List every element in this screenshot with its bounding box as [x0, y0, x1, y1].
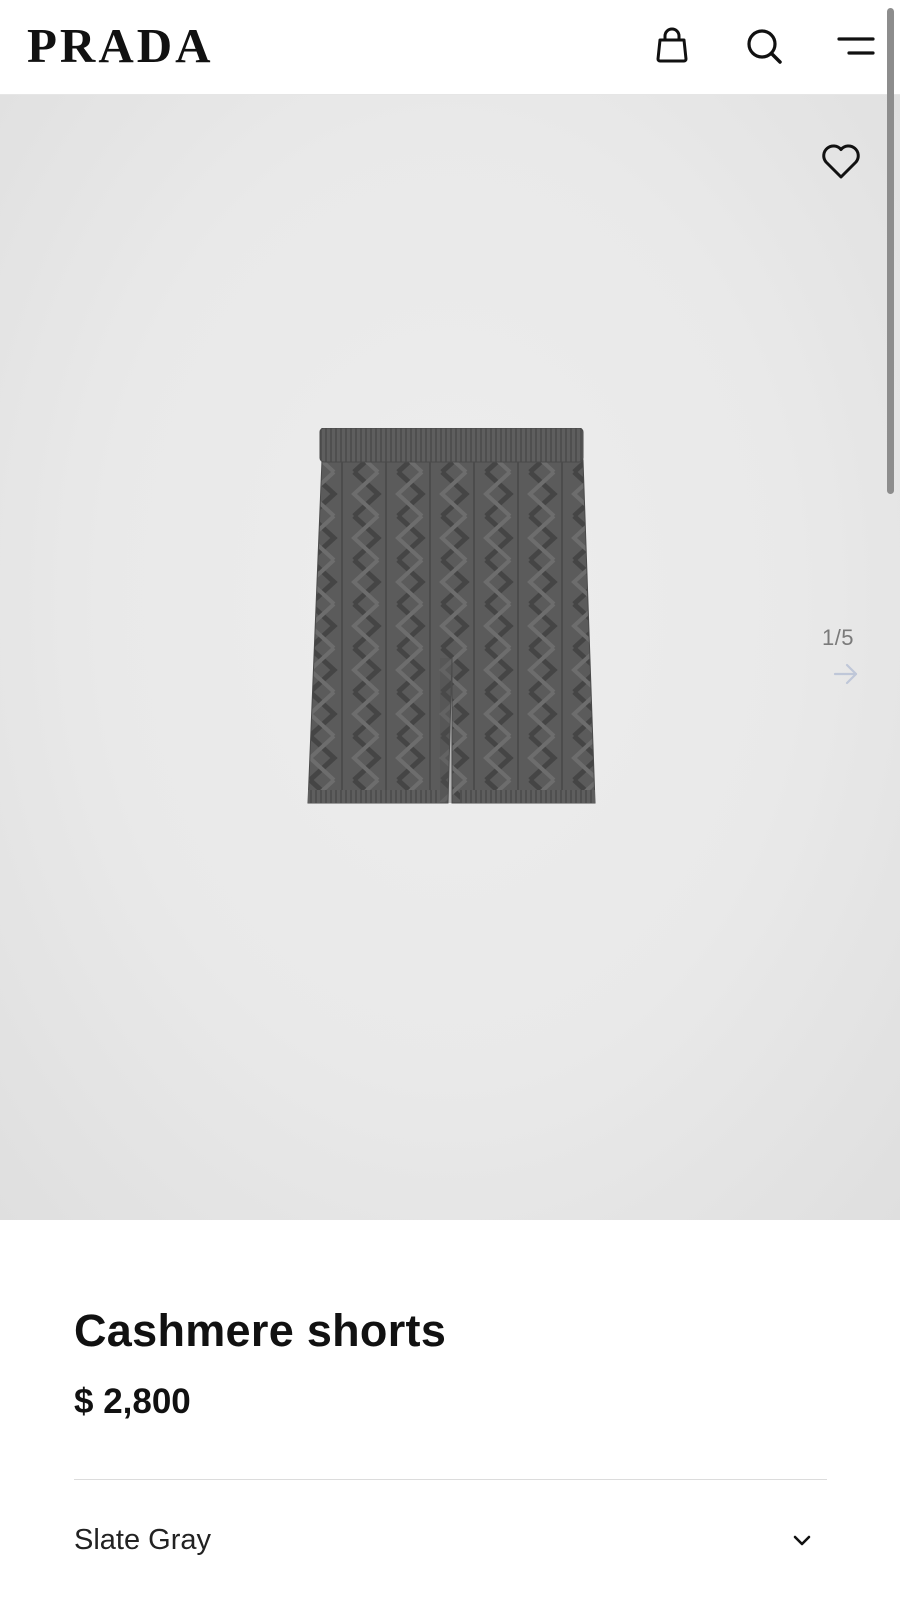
chevron-down-icon	[793, 1535, 811, 1546]
color-selector[interactable]: Slate Gray	[74, 1510, 827, 1570]
brand-logo[interactable]: PRADA	[27, 18, 213, 74]
gallery-pager: 1/5	[821, 625, 855, 650]
shopping-bag-icon	[656, 27, 688, 63]
site-header: PRADA	[0, 0, 918, 95]
menu-button[interactable]	[832, 22, 880, 70]
menu-icon	[837, 37, 875, 55]
search-icon	[747, 29, 782, 64]
product-image[interactable]	[300, 428, 605, 813]
divider	[74, 1479, 827, 1480]
color-selected-value: Slate Gray	[74, 1524, 211, 1556]
scrollbar[interactable]	[887, 8, 894, 494]
product-gallery[interactable]: 1/5	[0, 95, 900, 1220]
search-button[interactable]	[740, 22, 788, 70]
heart-icon	[822, 144, 860, 179]
product-page: PRADA 1/5 Cashmere shorts $ 2,800 Slate …	[0, 0, 918, 1600]
scrollbar-track	[900, 0, 918, 1600]
wishlist-button[interactable]	[817, 139, 865, 183]
arrow-right-icon[interactable]	[832, 661, 860, 687]
product-price: $ 2,800	[74, 1382, 191, 1421]
product-title: Cashmere shorts	[74, 1305, 447, 1356]
shopping-bag-button[interactable]	[648, 22, 696, 70]
